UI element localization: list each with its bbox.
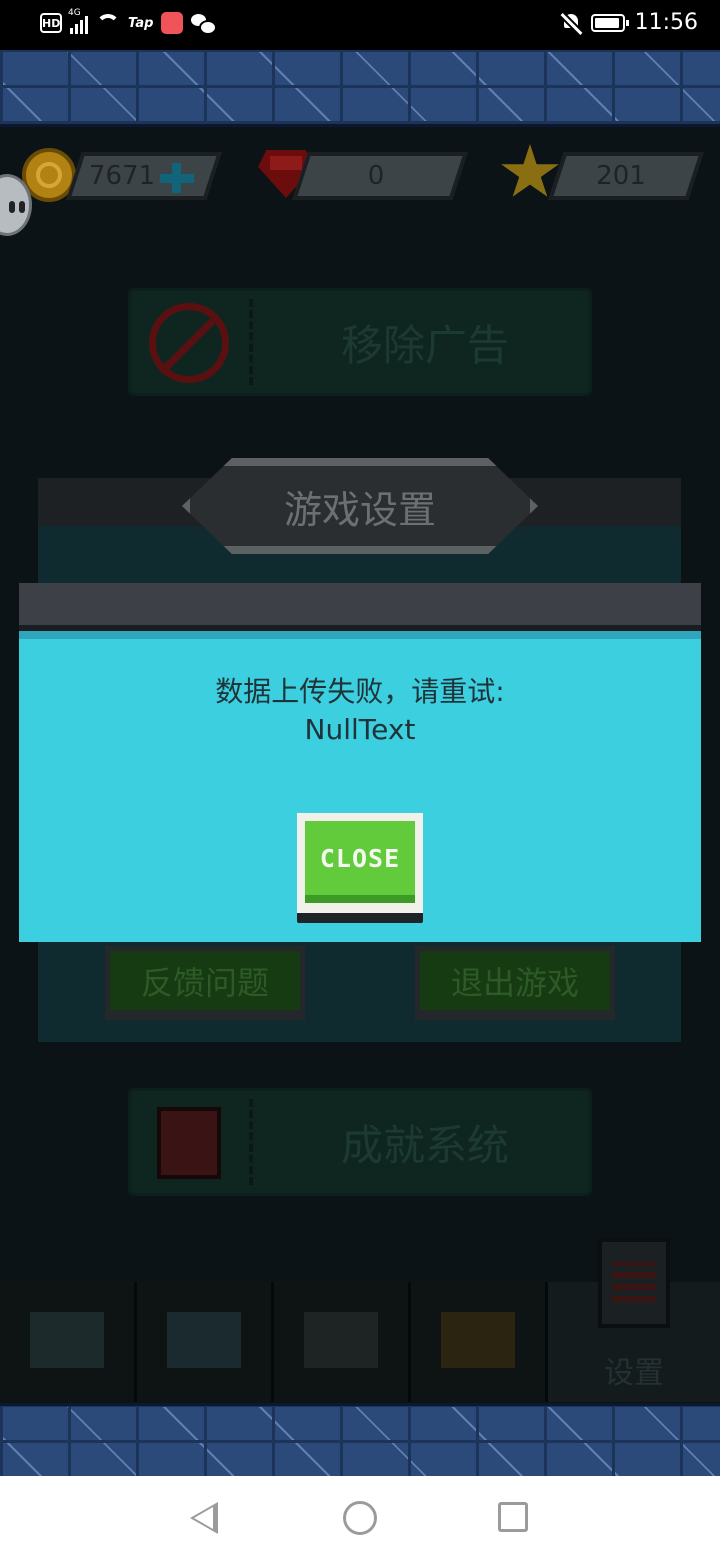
taptap-icon: Tap bbox=[128, 15, 154, 31]
cellular-signal-icon: 4G bbox=[68, 8, 88, 34]
upload-error-dialog: 数据上传失败，请重试: NullText CLOSE bbox=[19, 583, 701, 942]
achievements-label: 成就系统 bbox=[340, 1120, 509, 1170]
shop-icon bbox=[167, 1312, 241, 1368]
achievement-book-icon bbox=[157, 1107, 221, 1179]
error-dialog-header bbox=[19, 583, 701, 625]
card-divider bbox=[249, 299, 253, 385]
top-tile-border bbox=[0, 50, 720, 127]
wifi-icon bbox=[96, 14, 120, 32]
add-coins-plus-icon[interactable] bbox=[160, 163, 194, 193]
tab-launch[interactable] bbox=[274, 1282, 411, 1402]
gallery-icon bbox=[30, 1312, 104, 1368]
close-button[interactable]: CLOSE bbox=[297, 813, 423, 923]
settings-dialog-title: 游戏设置 bbox=[182, 458, 538, 554]
tab-shop[interactable] bbox=[137, 1282, 274, 1402]
error-message: 数据上传失败，请重试: NullText bbox=[19, 673, 701, 749]
tab-gallery[interactable] bbox=[0, 1282, 137, 1402]
feedback-button[interactable]: 反馈问题 bbox=[105, 946, 305, 1020]
remove-ads-card[interactable]: 移除广告 bbox=[128, 288, 592, 396]
status-bar: HD 4G Tap 11:56 bbox=[0, 0, 720, 50]
star-count: 201 bbox=[596, 161, 646, 191]
wechat-icon bbox=[191, 14, 218, 35]
status-left: HD 4G Tap bbox=[40, 8, 218, 35]
card-divider bbox=[249, 1099, 253, 1185]
gem-count: 0 bbox=[367, 161, 385, 191]
error-dialog-accent bbox=[19, 631, 701, 639]
app-notification-icon bbox=[161, 12, 184, 34]
error-message-line1: 数据上传失败，请重试: bbox=[215, 675, 505, 708]
achievements-card[interactable]: 成就系统 bbox=[128, 1088, 592, 1196]
money-bag-icon bbox=[441, 1312, 515, 1368]
system-nav-bar bbox=[0, 1476, 720, 1560]
hd-icon: HD bbox=[40, 13, 62, 33]
error-message-line2: NullText bbox=[304, 713, 416, 746]
network-type-label: 4G bbox=[68, 8, 81, 18]
remove-ads-label: 移除广告 bbox=[340, 320, 509, 370]
settings-list-icon bbox=[598, 1238, 670, 1328]
close-button-label: CLOSE bbox=[305, 821, 415, 903]
back-triangle-icon[interactable] bbox=[190, 1502, 218, 1534]
home-circle-icon[interactable] bbox=[343, 1501, 377, 1535]
recent-apps-square-icon[interactable] bbox=[498, 1502, 528, 1532]
clock: 11:56 bbox=[634, 10, 698, 35]
coin-count: 7671 bbox=[88, 161, 156, 191]
tab-settings-label: 设置 bbox=[604, 1356, 664, 1391]
no-ads-icon bbox=[149, 303, 229, 383]
exit-game-button[interactable]: 退出游戏 bbox=[415, 946, 615, 1020]
tab-rewards[interactable] bbox=[411, 1282, 548, 1402]
rocket-icon bbox=[304, 1312, 378, 1368]
bottom-tile-border bbox=[0, 1403, 720, 1479]
status-right: 11:56 bbox=[561, 10, 698, 35]
battery-icon bbox=[590, 13, 629, 32]
mute-bell-icon bbox=[561, 12, 581, 34]
